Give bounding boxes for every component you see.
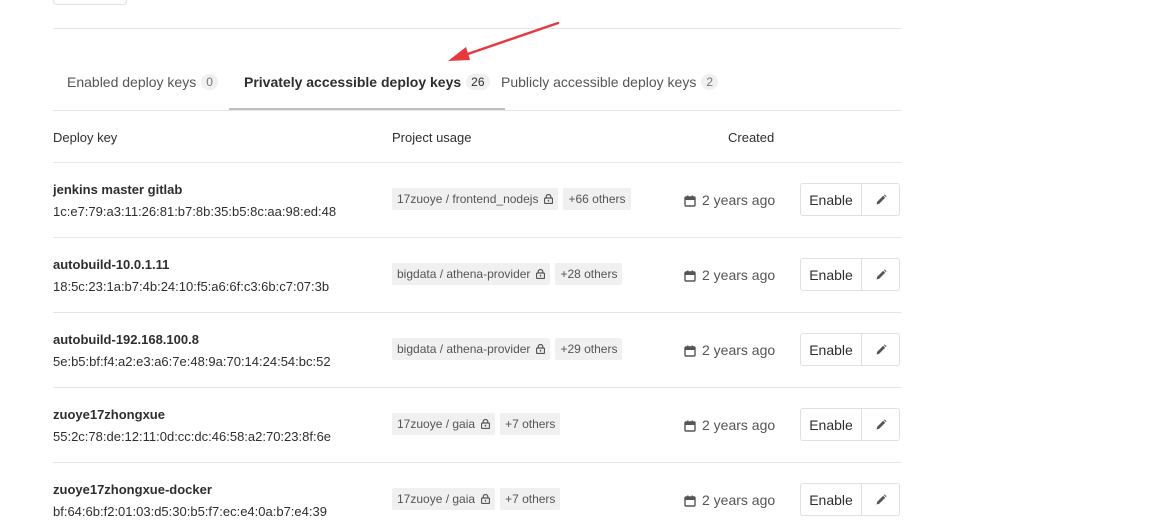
- created-text: 2 years ago: [702, 267, 776, 283]
- project-usage: 17zuoye / gaia +7 others: [392, 413, 561, 435]
- enable-button[interactable]: Enable: [800, 483, 862, 516]
- created-date: 2 years ago: [684, 267, 775, 283]
- project-usage: 17zuoye / gaia +7 others: [392, 488, 561, 510]
- others-badge[interactable]: +7 others: [500, 488, 561, 510]
- edit-button[interactable]: [862, 258, 900, 291]
- created-date: 2 years ago: [684, 417, 775, 433]
- project-badge[interactable]: 17zuoye / gaia: [392, 413, 496, 435]
- created-text: 2 years ago: [702, 192, 776, 208]
- edit-button[interactable]: [862, 483, 900, 516]
- project-name: 17zuoye / gaia: [397, 492, 476, 506]
- tab-count-badge: 2: [701, 74, 719, 90]
- project-name: 17zuoye / frontend_nodejs: [397, 192, 539, 206]
- top-button-fragment[interactable]: [53, 0, 127, 5]
- row-actions: Enable: [800, 333, 900, 366]
- calendar-icon: [684, 494, 696, 507]
- key-fingerprint: 55:2c:78:de:12:11:0d:cc:dc:46:58:a2:70:2…: [53, 429, 332, 444]
- tab-privately-accessible-deploy-keys[interactable]: Privately accessible deploy keys 26: [229, 64, 504, 110]
- tab-count-badge: 26: [466, 74, 490, 90]
- table-row: zuoye17zhongxue-docker bf:64:6b:f2:01:03…: [53, 463, 901, 530]
- created-text: 2 years ago: [702, 492, 776, 508]
- key-fingerprint: bf:64:6b:f2:01:03:d5:30:b5:f7:ec:e4:0a:b…: [53, 504, 327, 519]
- others-badge[interactable]: +7 others: [500, 413, 561, 435]
- deploy-keys-tabs: Enabled deploy keys 0 Privately accessib…: [53, 64, 901, 111]
- table-row: autobuild-192.168.100.8 5e:b5:bf:f4:a2:e…: [53, 313, 901, 388]
- project-usage: bigdata / athena-provider +29 others: [392, 338, 623, 360]
- table-row: zuoye17zhongxue 55:2c:78:de:12:11:0d:cc:…: [53, 388, 901, 463]
- header-deploy-key: Deploy key: [53, 130, 118, 145]
- lock-icon: [544, 194, 554, 204]
- lock-icon: [481, 419, 491, 429]
- row-actions: Enable: [800, 483, 900, 516]
- enable-button[interactable]: Enable: [800, 408, 862, 441]
- others-badge[interactable]: +29 others: [555, 338, 623, 360]
- edit-button[interactable]: [862, 408, 900, 441]
- project-usage: bigdata / athena-provider +28 others: [392, 263, 623, 285]
- lock-icon: [536, 344, 546, 354]
- header-project-usage: Project usage: [392, 130, 472, 145]
- pencil-icon: [876, 193, 887, 204]
- table-row: autobuild-10.0.1.11 18:5c:23:1a:b7:4b:24…: [53, 238, 901, 313]
- tab-count-badge: 0: [201, 74, 218, 90]
- key-fingerprint: 18:5c:23:1a:b7:4b:24:10:f5:a6:6f:c3:6b:c…: [53, 279, 330, 294]
- header-created: Created: [728, 130, 775, 145]
- key-title: autobuild-10.0.1.11: [53, 257, 170, 272]
- lock-icon: [481, 494, 491, 504]
- project-badge[interactable]: 17zuoye / gaia: [392, 488, 496, 510]
- row-actions: Enable: [800, 258, 900, 291]
- deploy-keys-page: Enabled deploy keys 0 Privately accessib…: [0, 0, 1159, 530]
- enable-button[interactable]: Enable: [800, 258, 862, 291]
- key-title: zuoye17zhongxue: [53, 407, 165, 422]
- tab-label: Privately accessible deploy keys: [244, 74, 462, 90]
- lock-icon: [536, 269, 546, 279]
- deploy-keys-list: jenkins master gitlab 1c:e7:79:a3:11:26:…: [53, 163, 901, 530]
- project-name: bigdata / athena-provider: [397, 267, 531, 281]
- created-date: 2 years ago: [684, 492, 775, 508]
- pencil-icon: [876, 268, 887, 279]
- pencil-icon: [876, 493, 887, 504]
- created-date: 2 years ago: [684, 192, 775, 208]
- others-badge[interactable]: +28 others: [555, 263, 623, 285]
- pencil-icon: [876, 343, 887, 354]
- project-name: bigdata / athena-provider: [397, 342, 531, 356]
- created-text: 2 years ago: [702, 417, 776, 433]
- key-title: zuoye17zhongxue-docker: [53, 482, 212, 497]
- project-badge[interactable]: 17zuoye / frontend_nodejs: [392, 188, 559, 210]
- tab-enabled-deploy-keys[interactable]: Enabled deploy keys 0: [67, 64, 218, 109]
- project-usage: 17zuoye / frontend_nodejs +66 others: [392, 188, 631, 210]
- tab-publicly-accessible-deploy-keys[interactable]: Publicly accessible deploy keys 2: [501, 64, 719, 109]
- key-title: jenkins master gitlab: [53, 182, 183, 197]
- others-badge[interactable]: +66 others: [563, 188, 631, 210]
- edit-button[interactable]: [862, 333, 900, 366]
- enable-button[interactable]: Enable: [800, 183, 862, 216]
- calendar-icon: [684, 419, 696, 432]
- enable-button[interactable]: Enable: [800, 333, 862, 366]
- calendar-icon: [684, 269, 696, 282]
- project-name: 17zuoye / gaia: [397, 417, 476, 431]
- calendar-icon: [684, 344, 696, 357]
- tab-label: Enabled deploy keys: [67, 74, 197, 90]
- key-title: autobuild-192.168.100.8: [53, 332, 199, 347]
- project-badge[interactable]: bigdata / athena-provider: [392, 338, 551, 360]
- project-badge[interactable]: bigdata / athena-provider: [392, 263, 551, 285]
- created-text: 2 years ago: [702, 342, 776, 358]
- edit-button[interactable]: [862, 183, 900, 216]
- tab-label: Publicly accessible deploy keys: [501, 74, 697, 90]
- table-header: Deploy key Project usage Created: [53, 111, 901, 163]
- key-fingerprint: 5e:b5:bf:f4:a2:e3:a6:7e:48:9a:70:14:24:5…: [53, 354, 331, 369]
- row-actions: Enable: [800, 408, 900, 441]
- annotation-arrow-icon: [448, 21, 560, 61]
- pencil-icon: [876, 418, 887, 429]
- table-row: jenkins master gitlab 1c:e7:79:a3:11:26:…: [53, 163, 901, 238]
- row-actions: Enable: [800, 183, 900, 216]
- calendar-icon: [684, 194, 696, 207]
- created-date: 2 years ago: [684, 342, 775, 358]
- key-fingerprint: 1c:e7:79:a3:11:26:81:b7:8b:35:b5:8c:aa:9…: [53, 204, 337, 219]
